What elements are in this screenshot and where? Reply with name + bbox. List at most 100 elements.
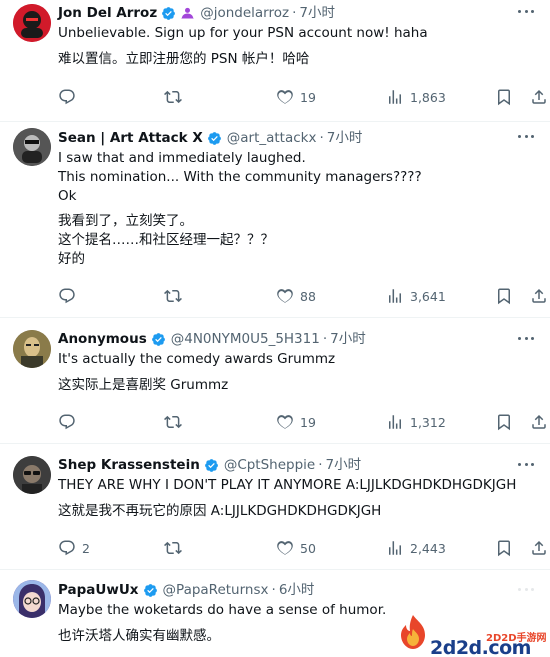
share-icon bbox=[532, 288, 546, 303]
tweet-line: It's actually the comedy awards Grummz bbox=[58, 351, 336, 367]
display-name[interactable]: PapaUwUx bbox=[58, 581, 139, 599]
reply-button[interactable]: 2 bbox=[58, 539, 90, 557]
display-name[interactable]: Shep Krassenstein bbox=[58, 456, 200, 474]
verified-badge-icon[interactable] bbox=[204, 458, 219, 473]
share-button[interactable] bbox=[530, 287, 548, 305]
display-name[interactable]: Sean | Art Attack X bbox=[58, 129, 203, 147]
handle[interactable]: @CptSheppie bbox=[224, 456, 315, 474]
heart-icon bbox=[277, 289, 293, 303]
share-icon bbox=[532, 89, 546, 104]
display-name[interactable]: Anonymous bbox=[58, 330, 147, 348]
verified-badge-icon[interactable] bbox=[143, 583, 158, 598]
handle[interactable]: @art_attackx bbox=[227, 129, 317, 147]
like-button[interactable]: 19 bbox=[276, 413, 316, 431]
avatar[interactable] bbox=[13, 330, 51, 368]
tweet-text-zh: 这就是我不再玩它的原因 A:LJJLKDGHDKDHGDKJGH bbox=[58, 502, 381, 521]
like-button[interactable]: 88 bbox=[276, 287, 316, 305]
avatar-image bbox=[13, 330, 51, 368]
bookmark-icon bbox=[498, 414, 510, 431]
timestamp[interactable]: 7小时 bbox=[299, 4, 335, 22]
verified-badge-icon[interactable] bbox=[151, 332, 166, 347]
like-button[interactable]: 50 bbox=[276, 539, 316, 557]
share-icon bbox=[532, 414, 546, 429]
tweet-1[interactable]: Jon Del Arroz @jondelarroz · 7小时 Unbelie… bbox=[0, 0, 550, 122]
views-button[interactable]: 3,641 bbox=[386, 287, 446, 305]
tweet-line: 这实际上是喜剧奖 Grummz bbox=[58, 377, 229, 393]
tweet-line: Unbelievable. Sign up for your PSN accou… bbox=[58, 25, 428, 41]
tweet-line: 也许沃塔人确实有幽默感。 bbox=[58, 628, 220, 644]
retweet-button[interactable] bbox=[164, 287, 188, 305]
bookmark-button[interactable] bbox=[495, 88, 513, 106]
avatar-image bbox=[13, 456, 51, 494]
heart-icon bbox=[277, 90, 293, 104]
more-options-icon[interactable] bbox=[516, 3, 536, 19]
views-button[interactable]: 1,312 bbox=[386, 413, 446, 431]
timestamp[interactable]: 7小时 bbox=[330, 330, 366, 348]
reply-button[interactable] bbox=[58, 413, 82, 431]
retweet-button[interactable] bbox=[164, 413, 188, 431]
tweet-line: 这就是我不再玩它的原因 A:LJJLKDGHDKDHGDKJGH bbox=[58, 503, 382, 519]
reply-button[interactable] bbox=[58, 287, 82, 305]
tweet-header: Anonymous @4N0NYM0U5_5H311 · 7小时 bbox=[58, 330, 366, 348]
tweet-line: THEY ARE WHY I DON'T PLAY IT ANYMORE A:L… bbox=[58, 477, 517, 493]
avatar[interactable] bbox=[13, 456, 51, 494]
handle[interactable]: @jondelarroz bbox=[200, 4, 289, 22]
tweet-4[interactable]: Shep Krassenstein @CptSheppie · 7小时 THEY… bbox=[0, 444, 550, 570]
separator-dot: · bbox=[322, 331, 328, 347]
share-icon bbox=[532, 540, 546, 555]
display-name[interactable]: Jon Del Arroz bbox=[58, 4, 157, 22]
avatar-image bbox=[13, 128, 51, 166]
bookmark-button[interactable] bbox=[495, 287, 513, 305]
more-options-icon[interactable] bbox=[516, 128, 536, 144]
retweet-button[interactable] bbox=[164, 88, 188, 106]
reply-icon bbox=[59, 288, 75, 304]
verified-badge-icon[interactable] bbox=[161, 6, 176, 21]
timestamp[interactable]: 7小时 bbox=[326, 456, 362, 474]
tweet-text-zh: 这实际上是喜剧奖 Grummz bbox=[58, 376, 228, 395]
views-button[interactable]: 2,443 bbox=[386, 539, 446, 557]
share-button[interactable] bbox=[530, 88, 548, 106]
tweet-2[interactable]: Sean | Art Attack X @art_attackx · 7小时 I… bbox=[0, 122, 550, 318]
views-button[interactable]: 1,863 bbox=[386, 88, 446, 106]
avatar[interactable] bbox=[13, 128, 51, 166]
tweet-header: PapaUwUx @PapaReturnsx · 6小时 bbox=[58, 581, 314, 599]
avatar[interactable] bbox=[13, 580, 51, 618]
timestamp[interactable]: 7小时 bbox=[327, 129, 363, 147]
handle[interactable]: @4N0NYM0U5_5H311 bbox=[171, 330, 320, 348]
more-options-icon[interactable] bbox=[516, 456, 536, 472]
verified-badge-icon[interactable] bbox=[207, 131, 222, 146]
tweet-line: Ok bbox=[58, 188, 77, 204]
separator-dot: · bbox=[271, 582, 276, 598]
watermark-text: 2d2d.com bbox=[430, 637, 531, 657]
like-count: 88 bbox=[300, 288, 316, 304]
avatar[interactable] bbox=[13, 4, 51, 42]
tweet-3[interactable]: Anonymous @4N0NYM0U5_5H311 · 7小时 It's ac… bbox=[0, 318, 550, 444]
tweet-text-en: THEY ARE WHY I DON'T PLAY IT ANYMORE A:L… bbox=[58, 476, 516, 495]
view-count: 1,312 bbox=[410, 414, 446, 430]
handle[interactable]: @PapaReturnsx bbox=[163, 581, 269, 599]
tweet-line: This nomination... With the community ma… bbox=[58, 169, 422, 185]
tweet-text-en: Maybe the woketards do have a sense of h… bbox=[58, 601, 386, 620]
like-button[interactable]: 19 bbox=[276, 88, 316, 106]
tweet-line: 这个提名……和社区经理一起？？？ bbox=[58, 232, 274, 248]
tweet-line: I saw that and immediately laughed. bbox=[58, 150, 306, 166]
tweet-header: Sean | Art Attack X @art_attackx · 7小时 bbox=[58, 129, 362, 147]
bookmark-button[interactable] bbox=[495, 413, 513, 431]
bookmark-button[interactable] bbox=[495, 539, 513, 557]
separator-dot: · bbox=[319, 130, 324, 146]
share-button[interactable] bbox=[530, 413, 548, 431]
affiliate-badge-icon[interactable] bbox=[180, 6, 195, 21]
flame-logo-icon bbox=[401, 615, 425, 649]
more-options-icon[interactable] bbox=[516, 330, 536, 346]
retweet-button[interactable] bbox=[164, 539, 188, 557]
avatar-image bbox=[13, 4, 51, 42]
like-count: 19 bbox=[300, 89, 316, 105]
reply-button[interactable] bbox=[58, 88, 82, 106]
retweet-icon bbox=[164, 289, 182, 303]
avatar-image bbox=[13, 580, 51, 618]
tweet-text-en: Unbelievable. Sign up for your PSN accou… bbox=[58, 24, 428, 43]
timestamp[interactable]: 6小时 bbox=[279, 581, 315, 599]
retweet-icon bbox=[164, 90, 182, 104]
share-button[interactable] bbox=[530, 539, 548, 557]
tweet-text-en: It's actually the comedy awards Grummz bbox=[58, 350, 335, 369]
